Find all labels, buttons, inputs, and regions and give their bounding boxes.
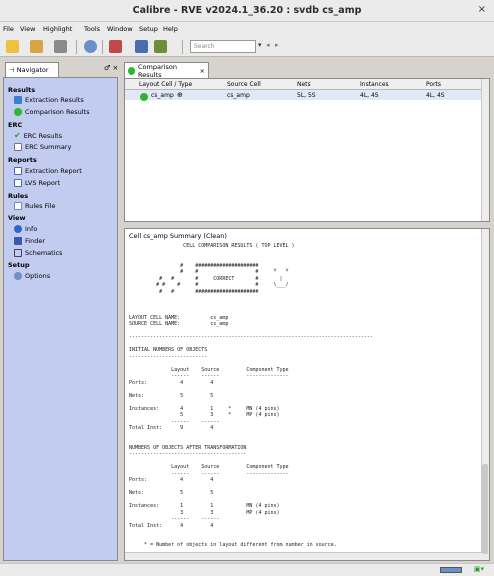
navigator-tab[interactable]: ⊣ Navigator — [5, 62, 59, 77]
toolbar-separator — [102, 40, 103, 54]
nav-finder[interactable]: Finder — [14, 237, 45, 245]
options-icon — [14, 272, 22, 280]
col-nets[interactable]: Nets — [297, 81, 311, 88]
section-view: View — [8, 214, 26, 222]
search-prev-icon[interactable]: ◂ — [266, 41, 270, 49]
nav-extraction-results[interactable]: Extraction Results — [14, 96, 84, 104]
col-source-cell[interactable]: Source Cell — [227, 81, 261, 88]
columns-icon[interactable] — [154, 40, 167, 53]
summary-scrollbar[interactable] — [481, 229, 489, 560]
navigator-icon: ⊣ — [9, 66, 17, 74]
menu-highlight[interactable]: Highlight — [43, 25, 72, 33]
rve-filter-icon[interactable] — [109, 40, 122, 53]
table-row[interactable]: cs_amp ⊕ cs_amp 5L, 5S 4L, 4S 4L, 4S — [125, 90, 489, 101]
gear-icon[interactable] — [84, 40, 97, 53]
navigator-controls[interactable]: ♂ × — [104, 64, 118, 72]
col-instances[interactable]: Instances — [360, 81, 389, 88]
highlight-pen-icon[interactable] — [30, 40, 43, 53]
nav-label: LVS Report — [25, 179, 61, 187]
scrollbar-thumb[interactable] — [482, 464, 488, 554]
toolbar: Search ▾ ◂ ▸ — [0, 37, 494, 57]
menu-view[interactable]: View — [20, 25, 35, 33]
toolbar-separator — [182, 40, 183, 54]
nav-label: Options — [25, 272, 51, 280]
open-folder-icon[interactable] — [6, 40, 19, 53]
menu-help[interactable]: Help — [163, 25, 178, 33]
toolbar-separator — [76, 40, 77, 54]
summary-pane: Cell cs_amp Summary (Clean) CELL COMPARI… — [124, 228, 490, 576]
extraction-results-icon — [14, 96, 22, 104]
cell-source: cs_amp — [227, 92, 250, 99]
nav-rules-file[interactable]: Rules File — [14, 202, 55, 210]
status-bar: ▣▾ — [0, 563, 494, 576]
nav-schematics[interactable]: Schematics — [14, 249, 62, 257]
search-input[interactable]: Search — [190, 40, 256, 53]
nav-label: Comparison Results — [25, 108, 90, 116]
nav-label: Rules File — [25, 202, 56, 210]
cell-layout: cs_amp — [151, 92, 174, 99]
cell-nets: 5L, 5S — [297, 92, 316, 99]
lvs-report-text: CELL COMPARISON RESULTS ( TOP LEVEL ) # … — [129, 243, 479, 576]
nav-erc-summary[interactable]: ERC Summary — [14, 143, 71, 151]
cell-ports: 4L, 4S — [426, 92, 445, 99]
document-icon — [14, 143, 22, 151]
tab-close-icon[interactable]: × — [200, 67, 205, 75]
menu-file[interactable]: File — [3, 25, 14, 33]
section-erc: ERC — [8, 121, 23, 129]
nav-label: Extraction Results — [25, 96, 84, 104]
nav-lvs-report[interactable]: LVS Report — [14, 179, 60, 187]
nav-label: Extraction Report — [25, 167, 82, 175]
status-flag-icon[interactable]: ▣▾ — [474, 565, 484, 573]
menu-tools[interactable]: Tools — [84, 25, 100, 33]
section-reports: Reports — [8, 156, 37, 164]
section-setup: Setup — [8, 261, 30, 269]
nav-info[interactable]: Info — [14, 225, 37, 233]
summary-hscrollbar[interactable] — [125, 552, 483, 560]
col-ports[interactable]: Ports — [426, 81, 441, 88]
section-rules: Rules — [8, 192, 29, 200]
title-bar: Calibre - RVE v2024.1_36.20 : svdb cs_am… — [0, 0, 494, 22]
report-icon — [14, 167, 22, 175]
main-tabbar: Comparison Results × — [124, 62, 490, 79]
search-dropdown-icon[interactable]: ▾ — [258, 41, 262, 49]
funnel-icon[interactable] — [135, 40, 148, 53]
menu-setup[interactable]: Setup — [139, 25, 158, 33]
search-next-icon[interactable]: ▸ — [275, 41, 279, 49]
results-table: Layout Cell / Type Source Cell Nets Inst… — [124, 78, 490, 222]
nav-comparison-results[interactable]: Comparison Results — [14, 108, 89, 116]
cell-schematic-icon: ⊕ — [177, 91, 183, 99]
window-close-icon[interactable]: × — [478, 4, 486, 15]
nav-label: Schematics — [25, 249, 63, 257]
nav-label: ERC Results — [23, 131, 63, 140]
zoom-icon[interactable] — [54, 40, 67, 53]
tab-comparison-results[interactable]: Comparison Results × — [124, 62, 209, 79]
section-results: Results — [8, 86, 36, 94]
schematics-icon — [14, 249, 22, 257]
navigator-panel: Results Extraction Results Comparison Re… — [3, 77, 118, 561]
col-layout-cell[interactable]: Layout Cell / Type — [139, 81, 192, 88]
progress-icon — [440, 567, 462, 573]
navigator-tab-label: Navigator — [16, 66, 49, 74]
rules-file-icon — [14, 202, 22, 210]
comparison-status-icon — [128, 66, 136, 75]
nav-erc-results[interactable]: ✔ ERC Results — [14, 131, 62, 140]
nav-options[interactable]: Options — [14, 272, 50, 280]
tab-label: Comparison Results — [138, 62, 177, 79]
nav-label: Info — [25, 225, 38, 233]
nav-label: ERC Summary — [25, 143, 72, 151]
menu-bar: File View Highlight Tools Window Setup H… — [0, 22, 494, 37]
info-icon — [14, 225, 22, 233]
table-header: Layout Cell / Type Source Cell Nets Inst… — [125, 79, 489, 90]
report-icon — [14, 179, 22, 187]
checkmark-icon: ✔ — [14, 131, 21, 140]
table-scrollbar[interactable] — [481, 79, 489, 221]
comparison-results-icon — [14, 108, 22, 116]
nav-label: Finder — [25, 237, 45, 245]
window-title: Calibre - RVE v2024.1_36.20 : svdb cs_am… — [132, 5, 362, 16]
summary-header: Cell cs_amp Summary (Clean) — [129, 232, 227, 240]
menu-window[interactable]: Window — [107, 25, 133, 33]
nav-extraction-report[interactable]: Extraction Report — [14, 167, 82, 175]
binoculars-icon — [14, 237, 22, 245]
cell-instances: 4L, 4S — [360, 92, 379, 99]
